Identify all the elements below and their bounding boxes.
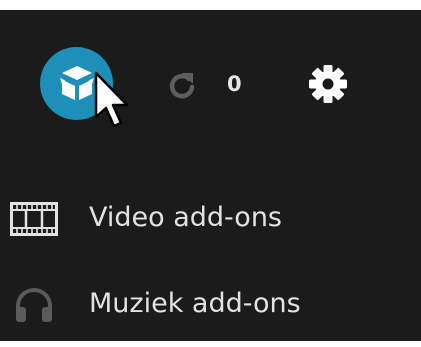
addons-sidebar: 0 Video add-ons Muziek add-ons <box>0 10 421 341</box>
menu-item-music-addons[interactable]: Muziek add-ons <box>0 269 421 339</box>
check-updates-button[interactable]: 0 <box>163 66 243 102</box>
menu-item-label: Video add-ons <box>89 202 282 233</box>
gear-icon <box>306 65 350 110</box>
addon-browser-button[interactable] <box>40 47 113 120</box>
update-count: 0 <box>227 72 242 96</box>
settings-button[interactable] <box>306 62 350 106</box>
menu-item-label: Muziek add-ons <box>89 288 301 319</box>
film-strip-icon <box>10 202 58 240</box>
headphones-icon <box>14 287 54 327</box>
menu-item-video-addons[interactable]: Video add-ons <box>0 183 421 253</box>
